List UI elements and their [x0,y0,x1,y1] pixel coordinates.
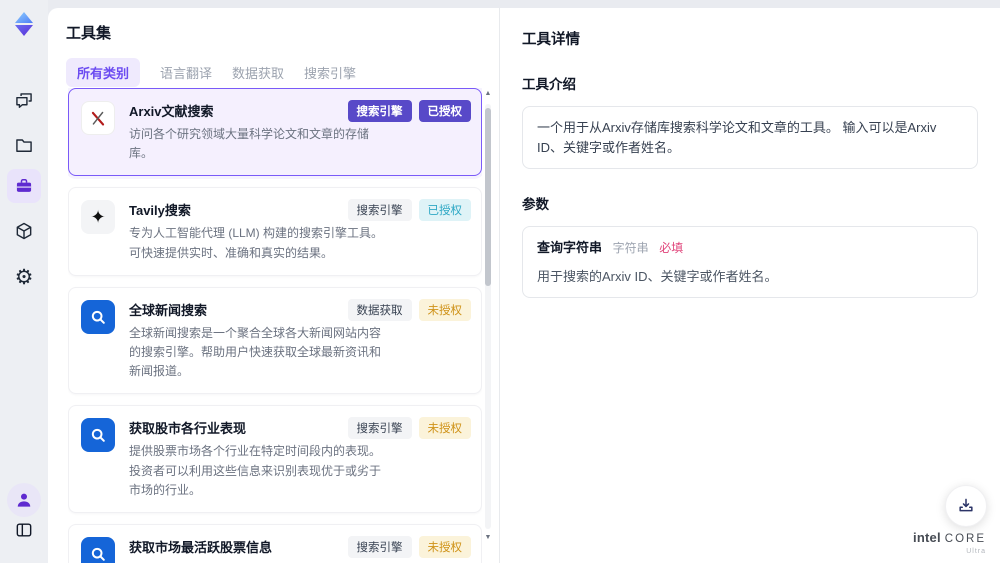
tool-desc: 专为人工智能代理 (LLM) 构建的搜索引擎工具。可快速提供实时、准确和真实的结… [129,226,384,260]
download-button[interactable] [945,485,987,527]
panel-layout-icon [16,523,32,537]
sidebar: ⚙ [0,0,48,563]
category-badge: 搜索引擎 [347,417,412,440]
stock-search-icon [81,536,115,563]
tool-desc: 全球新闻搜索是一个聚合全球各大新闻网站内容的搜索引擎。帮助用户快速获取全球最新资… [129,325,382,379]
sidebar-item-account[interactable] [7,483,41,517]
status-badge: 未授权 [418,298,471,321]
page-title: 工具集 [66,25,112,42]
tab-data-fetch[interactable]: 数据获取 [232,63,284,82]
arxiv-logo-icon [81,101,115,135]
category-tabs: 所有类别 语言翻译 数据获取 搜索引擎 [66,58,356,87]
main-panel: 工具集 所有类别 语言翻译 数据获取 搜索引擎 Arxiv文献搜索 访问各个研究… [48,8,1000,563]
status-badge: 已授权 [418,100,471,122]
param-desc: 用于搜索的Arxiv ID、关键字或作者姓名。 [537,268,778,284]
news-search-icon [81,299,115,334]
core-wordmark: core [944,533,986,545]
tool-list-panel: 工具集 所有类别 语言翻译 数据获取 搜索引擎 Arxiv文献搜索 访问各个研究… [48,8,500,563]
sidebar-item-chat[interactable] [7,84,41,118]
category-badge: 数据获取 [347,298,412,321]
param-required-badge: 必填 [659,241,684,255]
app-logo-icon[interactable] [10,10,38,38]
sidebar-item-tools[interactable] [7,169,41,203]
scrollbar-up-arrow[interactable]: ▲ [483,90,493,97]
tool-desc: 提供股票市场各个行业在特定时间段内的表现。投资者可以利用这些信息来识别表现优于或… [129,444,382,497]
status-badge: 未授权 [418,535,471,558]
intro-text: 一个用于从Arxiv存储库搜索科学论文和文章的工具。 输入可以是Arxiv ID… [537,120,937,155]
detail-title: 工具详情 [522,32,580,48]
tool-card-active-stocks[interactable]: 获取市场最活跃股票信息 提供当天交易量最高的股票列表，投资者可以利用这些信息来识… [68,523,482,563]
param-header: 查询字符串 字符串 必填 [537,238,963,258]
folder-icon [16,139,32,152]
tavily-star-icon: ✦ [81,200,115,235]
sidebar-item-models[interactable] [7,214,41,248]
category-badge: 搜索引擎 [347,199,412,222]
params-heading: 参数 [522,197,549,212]
category-badge: 搜索引擎 [347,535,412,558]
param-type: 字符串 [612,241,649,255]
intel-wordmark: intel [913,530,941,545]
status-badge: 已授权 [418,199,471,222]
cube-icon [16,222,32,240]
gear-icon: ⚙ [14,265,34,289]
intro-box: 一个用于从Arxiv存储库搜索科学论文和文章的工具。 输入可以是Arxiv ID… [522,106,978,169]
status-badge: 未授权 [418,417,471,440]
param-name: 查询字符串 [537,240,603,255]
stock-search-icon [81,418,115,453]
intro-heading: 工具介绍 [522,77,576,92]
tool-detail-panel: 工具详情 工具介绍 一个用于从Arxiv存储库搜索科学论文和文章的工具。 输入可… [500,8,1000,563]
download-icon [959,498,973,512]
tool-card-tavily[interactable]: ✦ Tavily搜索 专为人工智能代理 (LLM) 构建的搜索引擎工具。可快速提… [68,187,482,276]
scrollbar-down-arrow[interactable]: ▼ [483,534,493,541]
tool-card-sector-performance[interactable]: 获取股市各行业表现 提供股票市场各个行业在特定时间段内的表现。投资者可以利用这些… [68,405,482,513]
tab-search-engine[interactable]: 搜索引擎 [304,63,356,82]
tool-card-global-news[interactable]: 全球新闻搜索 全球新闻搜索是一个聚合全球各大新闻网站内容的搜索引擎。帮助用户快速… [68,286,482,395]
tool-list: Arxiv文献搜索 访问各个研究领域大量科学论文和文章的存储库。 搜索引擎 已授… [68,88,482,563]
param-box: 查询字符串 字符串 必填 用于搜索的Arxiv ID、关键字或作者姓名。 [522,226,978,298]
intel-core-logo: intel core Ultra [913,530,986,555]
sidebar-item-collapse[interactable] [7,513,41,547]
toolbox-icon [16,179,32,192]
chat-icon [16,93,32,108]
sidebar-item-files[interactable] [7,128,41,162]
user-icon [17,493,31,507]
tool-desc: 访问各个研究领域大量科学论文和文章的存储库。 [129,127,370,161]
tab-all-categories[interactable]: 所有类别 [66,58,141,87]
sidebar-item-settings[interactable]: ⚙ [7,260,41,294]
edition-label: Ultra [966,548,986,555]
tab-language-translation[interactable]: 语言翻译 [160,63,212,82]
scrollbar-track[interactable] [485,104,491,529]
tool-card-arxiv[interactable]: Arxiv文献搜索 访问各个研究领域大量科学论文和文章的存储库。 搜索引擎 已授… [68,88,482,177]
scrollbar-thumb[interactable] [485,108,491,286]
category-badge: 搜索引擎 [347,100,412,122]
